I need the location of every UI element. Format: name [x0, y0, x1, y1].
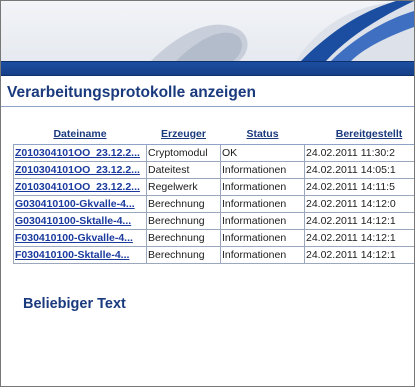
status-cell: Informationen — [220, 229, 305, 247]
generator-cell: Berechnung — [146, 195, 221, 213]
table-row: G030410100-Sktalle-4... Berechnung Infor… — [13, 212, 414, 230]
generator-cell: Dateitest — [146, 161, 221, 179]
column-header-filename[interactable]: Dateiname — [13, 124, 147, 145]
header-banner — [1, 1, 414, 61]
table-row: Z010304101OO_23.12.2... Regelwerk Inform… — [13, 178, 414, 196]
filename-link[interactable]: Z010304101OO_23.12.2... — [13, 161, 147, 179]
status-cell: Informationen — [220, 195, 305, 213]
title-divider — [1, 106, 414, 107]
status-cell: Informationen — [220, 178, 305, 196]
table-row: F030410100-Gkvalle-4... Berechnung Infor… — [13, 229, 414, 247]
table-row: Z010304101OO_23.12.2... Dateitest Inform… — [13, 161, 414, 179]
filename-link[interactable]: Z010304101OO_23.12.2... — [13, 178, 147, 196]
provided-cell: 24.02.2011 14:12:1 — [304, 246, 414, 264]
provided-cell: 24.02.2011 14:12:1 — [304, 229, 414, 247]
status-cell: Informationen — [220, 212, 305, 230]
provided-cell: 24.02.2011 14:05:1 — [304, 161, 414, 179]
banner-graphic — [151, 1, 414, 61]
column-header-generator[interactable]: Erzeuger — [146, 124, 221, 145]
filename-link[interactable]: F030410100-Gkvalle-4... — [13, 229, 147, 247]
generator-cell: Berechnung — [146, 229, 221, 247]
provided-cell: 24.02.2011 14:11:5 — [304, 178, 414, 196]
nav-bar — [1, 61, 414, 76]
provided-cell: 24.02.2011 11:30:2 — [304, 144, 414, 162]
filename-link[interactable]: F030410100-Sktalle-4... — [13, 246, 147, 264]
table-row: G030410100-Gkvalle-4... Berechnung Infor… — [13, 195, 414, 213]
table-row: F030410100-Sktalle-4... Berechnung Infor… — [13, 246, 414, 264]
app-frame: Verarbeitungsprotokolle anzeigen Dateina… — [0, 0, 415, 387]
status-cell: Informationen — [220, 161, 305, 179]
status-cell: OK — [220, 144, 305, 162]
filename-link[interactable]: G030410100-Gkvalle-4... — [13, 195, 147, 213]
column-header-provided[interactable]: Bereitgestellt — [304, 124, 414, 145]
page-title: Verarbeitungsprotokolle anzeigen — [7, 84, 256, 101]
generator-cell: Berechnung — [146, 246, 221, 264]
protocol-table: Dateiname Erzeuger Status Bereitgestellt… — [13, 124, 414, 264]
filename-link[interactable]: Z010304101OO_23.12.2... — [13, 144, 147, 162]
status-cell: Informationen — [220, 246, 305, 264]
column-header-status[interactable]: Status — [220, 124, 305, 145]
generator-cell: Cryptomodul — [146, 144, 221, 162]
provided-cell: 24.02.2011 14:12:1 — [304, 212, 414, 230]
generator-cell: Regelwerk — [146, 178, 221, 196]
table-header-row: Dateiname Erzeuger Status Bereitgestellt — [13, 124, 414, 145]
provided-cell: 24.02.2011 14:12:0 — [304, 195, 414, 213]
generator-cell: Berechnung — [146, 212, 221, 230]
table-row: Z010304101OO_23.12.2... Cryptomodul OK 2… — [13, 144, 414, 162]
free-text-heading: Beliebiger Text — [23, 296, 126, 312]
filename-link[interactable]: G030410100-Sktalle-4... — [13, 212, 147, 230]
